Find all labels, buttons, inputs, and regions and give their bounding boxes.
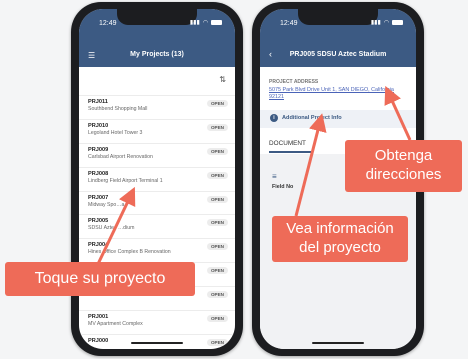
battery-icon <box>211 20 222 25</box>
project-row[interactable]: PRJ001 MV Apartment Complex OPEN <box>79 310 235 334</box>
project-address-link[interactable]: 5075 Park Blvd Drive Unit 1, SAN DIEGO, … <box>269 87 394 101</box>
project-name: Hines Office Complex B Renovation <box>88 249 171 256</box>
status-badge: OPEN <box>206 315 228 323</box>
project-list: PRJ011 Southbend Shopping Mall OPEN PRJ010 L… <box>79 95 235 349</box>
project-row[interactable]: PRJ011 Southbend Shopping Mall OPEN <box>79 95 235 119</box>
battery-icon <box>392 20 403 25</box>
project-name: SDSU Aztec …dium <box>88 225 135 232</box>
tab-documents[interactable]: DOCUMENT <box>269 140 306 147</box>
wifi-icon: ◠ <box>202 20 208 26</box>
project-row[interactable]: PRJ009 Carlsbad Airport Renovation OPEN <box>79 142 235 167</box>
signal-icon: ▮▮▮ <box>370 20 381 26</box>
project-row[interactable]: PRJ007 Midway Spo…a OPEN <box>79 190 235 215</box>
callout-directions: Obtenga direcciones <box>345 140 462 192</box>
status-badge: OPEN <box>206 195 228 203</box>
sort-icon[interactable]: ⇅ <box>219 75 226 84</box>
status-badge: OPEN <box>206 243 228 251</box>
status-badge: OPEN <box>206 100 228 107</box>
field-notes-icon[interactable]: ≡ <box>272 172 277 181</box>
project-row[interactable]: PRJ010 Legoland Hotel Tower 3 OPEN <box>79 118 235 143</box>
phone-frame-left: 12:49 ▮▮▮ ◠ ☰ My Projects (13) ⇅ PRJ011 S… <box>71 2 243 356</box>
status-time: 12:49 <box>280 20 298 27</box>
status-badge: OPEN <box>206 267 228 275</box>
status-badge: OPEN <box>206 219 228 227</box>
tab-underline <box>269 151 313 153</box>
page-title: PRJ005 SDSU Aztec Stadium <box>289 51 387 58</box>
project-list-screen: 12:49 ▮▮▮ ◠ ☰ My Projects (13) ⇅ PRJ011 S… <box>79 9 235 349</box>
project-name: MV Apartment Complex <box>88 321 143 328</box>
app-header: 12:49 ▮▮▮ ◠ ‹ PRJ005 SDSU Aztec Stadium <box>260 9 416 67</box>
additional-info-label: Additional Project Info <box>282 115 342 121</box>
wifi-icon: ◠ <box>383 20 389 26</box>
phone-notch <box>298 9 378 25</box>
project-row[interactable]: PRJ008 Lindberg Field Airport Terminal 1O… <box>79 166 235 191</box>
status-time: 12:49 <box>99 20 117 27</box>
callout-dir-line1: Obtenga <box>374 147 433 164</box>
project-name: Midway Spo…a <box>88 201 125 208</box>
callout-info-line1: Vea información <box>286 220 394 237</box>
project-name: Carlsbad Airport Renovation <box>88 153 153 160</box>
project-row[interactable]: PRJ004 Hines Office Complex B Renovation O… <box>79 238 235 262</box>
address-section-label: PROJECT ADDRESS <box>269 79 319 85</box>
status-badge: OPEN <box>206 338 228 346</box>
callout-view-info: Vea información del proyecto <box>272 216 408 262</box>
field-notes-item[interactable]: Field No <box>272 184 293 190</box>
project-name: Legoland Hotel Tower 3 <box>88 129 143 136</box>
additional-info-row[interactable]: i Additional Project Info <box>260 110 416 128</box>
page-title: My Projects (13) <box>130 51 184 58</box>
callout-tap-project: Toque su proyecto <box>5 262 195 296</box>
callout-dir-line2: direcciones <box>365 166 442 183</box>
status-icons: ▮▮▮ ◠ <box>190 19 222 26</box>
status-badge: OPEN <box>206 123 228 131</box>
home-indicator <box>312 342 364 344</box>
status-badge: OPEN <box>206 291 228 299</box>
project-name: Lindberg Field Airport Terminal 1 <box>88 177 163 184</box>
project-row[interactable]: PRJ005 SDSU Aztec …dium OPEN <box>79 214 235 238</box>
status-icons: ▮▮▮ ◠ <box>371 19 403 26</box>
app-header: 12:49 ▮▮▮ ◠ ☰ My Projects (13) <box>79 9 235 67</box>
phone-notch <box>117 9 197 25</box>
home-indicator <box>131 342 183 344</box>
signal-icon: ▮▮▮ <box>189 20 200 26</box>
callout-info-line2: del proyecto <box>299 239 381 256</box>
status-badge: OPEN <box>206 147 228 155</box>
project-name: Southbend Shopping Mall <box>88 106 148 112</box>
status-badge: OPEN <box>206 171 228 179</box>
info-icon: i <box>270 114 278 122</box>
